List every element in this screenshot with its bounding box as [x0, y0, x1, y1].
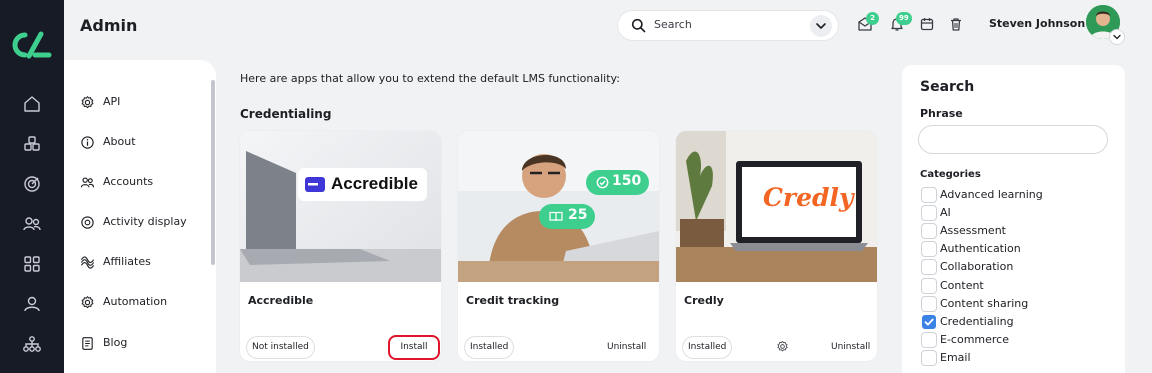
category-checkbox[interactable] — [922, 333, 936, 347]
app-title: Accredible — [248, 294, 314, 307]
search-icon — [631, 18, 646, 33]
sitemap-icon[interactable] — [22, 334, 42, 354]
chevron-down-icon — [816, 23, 826, 29]
page-title: Admin — [80, 16, 138, 35]
category-label: Content sharing — [940, 297, 1029, 310]
book-icon — [549, 211, 563, 222]
document-icon — [82, 337, 93, 350]
category-checkbox[interactable] — [922, 242, 936, 256]
messages-badge: 2 — [866, 12, 879, 25]
gear-icon[interactable] — [776, 340, 789, 353]
filter-title: Search — [920, 79, 975, 95]
category-label: Collaboration — [940, 260, 1014, 273]
menu-item-label: Automation — [103, 295, 168, 308]
notifications-badge: 99 — [896, 12, 912, 25]
gear-icon — [81, 96, 94, 109]
status-badge: Installed — [683, 337, 732, 358]
app-image: Accredible — [240, 131, 441, 282]
filter-panel: Search Phrase Categories Advanced learni… — [902, 65, 1125, 373]
target-icon[interactable] — [22, 174, 42, 194]
status-badge: Installed — [465, 337, 514, 358]
category-checkbox[interactable] — [922, 260, 936, 274]
check-icon — [924, 318, 934, 326]
category-checkbox[interactable] — [922, 351, 936, 365]
check-circle-icon — [596, 176, 609, 189]
app-title: Credit tracking — [466, 294, 560, 307]
courses-icon[interactable] — [22, 134, 42, 154]
section-title: Credentialing — [240, 107, 332, 121]
phrase-input[interactable] — [919, 126, 1107, 153]
brand-logo[interactable] — [11, 31, 53, 59]
credits-value: 150 — [612, 173, 642, 189]
menu-item-label: Activity display — [103, 215, 187, 228]
accredible-logo: Accredible — [298, 168, 427, 201]
side-navigation-rail — [0, 0, 64, 373]
user-menu-button[interactable] — [1110, 30, 1124, 44]
category-checkbox[interactable] — [922, 279, 936, 293]
uninstall-button[interactable]: Uninstall — [831, 342, 870, 352]
category-label: Email — [940, 351, 971, 364]
info-icon — [81, 136, 94, 149]
menu-item-label: Accounts — [103, 175, 154, 188]
app-card-credit-tracking[interactable]: 150 25 Credit tracking Installed Uninsta… — [458, 131, 659, 361]
users-icon[interactable] — [22, 214, 42, 234]
category-label: Assessment — [940, 224, 1006, 237]
category-label: AI — [940, 206, 951, 219]
trash-icon[interactable] — [948, 16, 964, 32]
install-button[interactable]: Install — [388, 335, 440, 360]
category-label: Authentication — [940, 242, 1021, 255]
gear-icon — [81, 296, 94, 309]
uninstall-button[interactable]: Uninstall — [607, 342, 646, 352]
menu-scrollbar[interactable] — [211, 80, 215, 265]
intro-text: Here are apps that allow you to extend t… — [240, 72, 620, 85]
menu-item-label: Affiliates — [103, 255, 151, 268]
app-card-credly[interactable]: Credly Credly Installed Uninstall — [676, 131, 877, 361]
app-card-accredible[interactable]: Accredible Accredible Not installed Inst… — [240, 131, 441, 361]
menu-item-label: API — [103, 95, 121, 108]
accredible-mark-icon — [305, 177, 325, 192]
menu-item-label: About — [103, 135, 136, 148]
calendar-icon[interactable] — [919, 16, 935, 32]
accounts-icon — [80, 177, 95, 188]
credly-logo: Credly — [763, 183, 854, 212]
apps-icon[interactable] — [22, 254, 42, 274]
global-search[interactable]: Search — [618, 11, 838, 40]
credits-badge-small: 25 — [539, 204, 595, 229]
settings-menu: API About Accounts Activity display Affi… — [64, 60, 216, 373]
menu-item-label: Blog — [103, 336, 128, 349]
categories-label: Categories — [920, 169, 981, 180]
category-checkbox[interactable] — [922, 224, 936, 238]
category-label: E-commerce — [940, 333, 1009, 346]
category-label: Advanced learning — [940, 188, 1043, 201]
category-checkbox[interactable] — [922, 206, 936, 220]
category-label: Content — [940, 279, 984, 292]
affiliates-icon — [80, 256, 95, 269]
credits-value: 25 — [568, 207, 588, 223]
home-icon[interactable] — [22, 94, 42, 114]
category-checkbox[interactable] — [922, 297, 936, 311]
app-image: Credly — [676, 131, 877, 282]
phrase-label: Phrase — [920, 107, 963, 120]
user-name[interactable]: Steven Johnson — [989, 17, 1085, 30]
status-badge: Not installed — [247, 337, 314, 358]
profile-icon[interactable] — [22, 294, 42, 314]
category-checkbox[interactable] — [922, 188, 936, 202]
app-title: Credly — [684, 294, 724, 307]
app-image: 150 25 — [458, 131, 659, 282]
search-dropdown-button[interactable] — [810, 15, 832, 37]
accredible-logo-text: Accredible — [331, 174, 418, 193]
search-input[interactable]: Search — [654, 18, 692, 31]
credits-badge-large: 150 — [586, 170, 649, 195]
category-checkbox-checked[interactable] — [922, 315, 936, 329]
category-label: Credentialing — [940, 315, 1014, 328]
chevron-down-icon — [1113, 34, 1121, 40]
activity-icon — [81, 216, 94, 229]
